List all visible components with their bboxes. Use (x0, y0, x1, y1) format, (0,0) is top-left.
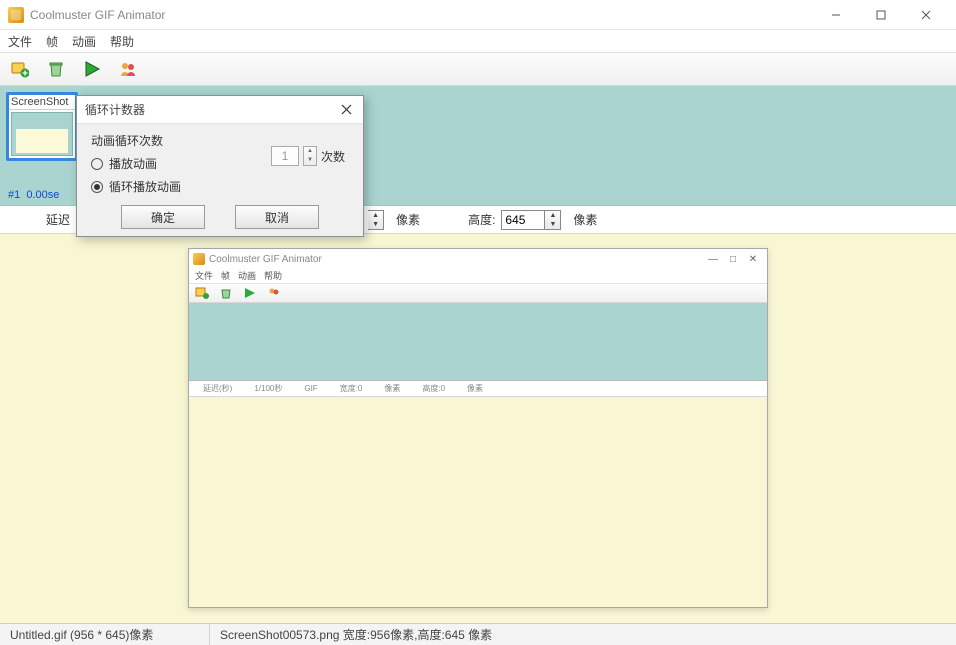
menu-help[interactable]: 帮助 (110, 33, 134, 50)
menu-animation[interactable]: 动画 (72, 33, 96, 50)
add-frame-button[interactable] (10, 59, 30, 79)
radio-loop-label: 循环播放动画 (109, 178, 181, 195)
preview-height-label: 高度:0 (422, 383, 445, 394)
minimize-button[interactable] (813, 0, 858, 29)
frame-delay: 0.00se (26, 189, 59, 201)
maximize-icon (876, 10, 886, 20)
preview-menu-file: 文件 (195, 269, 213, 283)
frame-thumb-title: ScreenShot (9, 95, 75, 110)
trash-icon (47, 60, 65, 78)
ok-label: 确定 (151, 209, 175, 226)
preview-trash-icon (219, 286, 233, 300)
radio-loop[interactable]: 循环播放动画 (91, 178, 349, 195)
frame-thumbnail[interactable]: ScreenShot (6, 92, 78, 161)
hidden-spinner[interactable]: ▲▼ (368, 210, 384, 230)
menu-frame[interactable]: 帧 (46, 33, 58, 50)
menubar: 文件 帧 动画 帮助 (0, 30, 956, 52)
preview-menu-frame: 帧 (221, 269, 230, 283)
preview-play-icon (243, 286, 257, 300)
loop-count-field: ▲▼ 次数 (271, 146, 345, 166)
preview-unit-label: 1/100秒 (254, 383, 282, 394)
frame-caption: #1 0.00se (8, 189, 59, 201)
toolbar (0, 52, 956, 86)
dialog-close-button[interactable] (337, 101, 355, 119)
preview-window: Coolmuster GIF Animator — □ ✕ 文件 帧 动画 帮助… (188, 248, 768, 608)
preview-people-icon (267, 286, 281, 300)
height-spinner[interactable]: ▲▼ (501, 210, 561, 230)
frame-index: #1 (8, 189, 20, 201)
preview-delay-label: 延迟(秒) (203, 383, 232, 394)
spinner-arrows-icon[interactable]: ▲▼ (545, 210, 561, 230)
preview-px2-label: 像素 (467, 383, 483, 394)
preview-menu-animation: 动画 (238, 269, 256, 283)
add-frame-icon (11, 60, 29, 78)
preview-px1-label: 像素 (384, 383, 400, 394)
preview-titlebar: Coolmuster GIF Animator — □ ✕ (189, 249, 767, 269)
preview-app-icon (193, 253, 205, 265)
preview-add-icon (195, 286, 209, 300)
community-button[interactable] (118, 59, 138, 79)
app-icon (8, 7, 24, 23)
window-title: Coolmuster GIF Animator (30, 8, 813, 22)
delay-label: 延迟 (46, 211, 70, 228)
preview-title: Coolmuster GIF Animator (209, 254, 703, 265)
preview-width-label: 宽度:0 (340, 383, 363, 394)
preview-menubar: 文件 帧 动画 帮助 (189, 269, 767, 283)
status-left: Untitled.gif (956 * 645)像素 (0, 624, 210, 645)
cancel-label: 取消 (265, 209, 289, 226)
preview-properties-bar: 延迟(秒) 1/100秒 GIF 宽度:0 像素 高度:0 像素 (189, 381, 767, 397)
canvas-area: Coolmuster GIF Animator — □ ✕ 文件 帧 动画 帮助… (0, 234, 956, 623)
statusbar: Untitled.gif (956 * 645)像素 ScreenShot005… (0, 623, 956, 645)
play-icon (83, 60, 101, 78)
preview-minimize-icon: — (703, 254, 723, 265)
radio-checked-icon (91, 181, 103, 193)
minimize-icon (831, 10, 841, 20)
height-label: 高度: (468, 211, 495, 228)
close-icon (341, 104, 352, 115)
ok-button[interactable]: 确定 (121, 205, 205, 229)
height-input[interactable] (501, 210, 545, 230)
preview-gif-label: GIF (304, 384, 317, 393)
preview-maximize-icon: □ (723, 254, 743, 265)
maximize-button[interactable] (858, 0, 903, 29)
delete-frame-button[interactable] (46, 59, 66, 79)
close-button[interactable] (903, 0, 948, 29)
preview-close-icon: ✕ (743, 254, 763, 265)
loop-count-suffix: 次数 (321, 148, 345, 165)
preview-frames-strip (189, 303, 767, 381)
pixel-label-1: 像素 (396, 211, 420, 228)
titlebar: Coolmuster GIF Animator (0, 0, 956, 30)
status-right: ScreenShot00573.png 宽度:956像素,高度:645 像素 (210, 624, 502, 645)
loop-counter-dialog: 循环计数器 动画循环次数 播放动画 循环播放动画 ▲▼ 次数 确定 取消 (76, 95, 364, 237)
frame-thumb-image (11, 112, 73, 156)
loop-count-input[interactable] (271, 146, 299, 166)
people-icon (119, 60, 137, 78)
radio-icon (91, 158, 103, 170)
spinner-arrows-icon[interactable]: ▲▼ (303, 146, 317, 166)
cancel-button[interactable]: 取消 (235, 205, 319, 229)
dialog-title: 循环计数器 (85, 101, 145, 118)
menu-file[interactable]: 文件 (8, 33, 32, 50)
preview-menu-help: 帮助 (264, 269, 282, 283)
preview-canvas (189, 397, 767, 607)
radio-play-once-label: 播放动画 (109, 155, 157, 172)
pixel-label-2: 像素 (573, 211, 597, 228)
play-button[interactable] (82, 59, 102, 79)
close-icon (921, 10, 931, 20)
preview-toolbar (189, 283, 767, 303)
dialog-titlebar: 循环计数器 (77, 96, 363, 124)
